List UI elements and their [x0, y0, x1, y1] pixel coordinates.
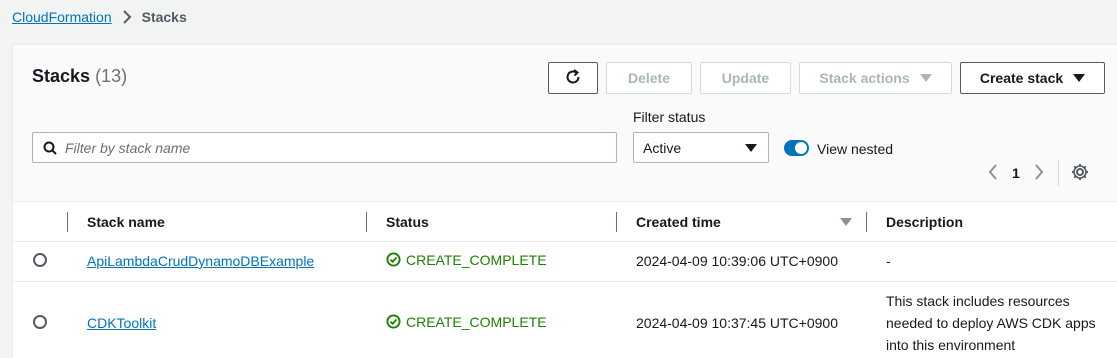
view-nested-label: View nested — [817, 141, 894, 157]
column-description[interactable]: Description — [867, 203, 1117, 241]
description-cell: - — [886, 253, 891, 269]
caret-down-icon — [1073, 74, 1086, 82]
stack-name-cell: ApiLambdaCrudDynamoDBExample — [68, 241, 367, 281]
column-label: Stack name — [87, 213, 165, 230]
column-created-time[interactable]: Created time — [617, 203, 867, 241]
filter-status-label: Filter status — [633, 109, 706, 125]
breadcrumb-current: Stacks — [141, 9, 187, 25]
panel-header: Stacks (13) Delete Update Stack actions … — [13, 45, 1117, 202]
view-nested-toggle[interactable] — [784, 140, 809, 156]
status-text: CREATE_COMPLETE — [406, 313, 547, 330]
filter-status-select[interactable]: Active — [633, 132, 769, 163]
page-title: Stacks (13) — [32, 66, 127, 87]
row-select-cell — [13, 281, 68, 358]
chevron-right-icon[interactable] — [1034, 163, 1044, 183]
description-line: This stack includes resources — [886, 293, 1070, 309]
stack-name-link[interactable]: CDKToolkit — [87, 315, 156, 331]
column-label: Description — [886, 213, 964, 230]
stack-actions-label: Stack actions — [819, 70, 910, 86]
check-circle-icon — [386, 314, 401, 329]
stacks-panel: Stacks (13) Delete Update Stack actions … — [12, 44, 1117, 358]
column-label: Status — [386, 213, 429, 230]
status-text: CREATE_COMPLETE — [406, 251, 547, 268]
table-row: ApiLambdaCrudDynamoDBExample CREATE_COMP… — [13, 241, 1117, 281]
pagination: 1 — [988, 160, 1089, 186]
row-select-cell — [13, 241, 68, 281]
column-stack-name[interactable]: Stack name — [68, 203, 367, 241]
stacks-table: Stack name Status Created time Descripti… — [13, 203, 1117, 358]
page-number[interactable]: 1 — [1012, 165, 1020, 181]
chevron-left-icon[interactable] — [988, 163, 998, 183]
create-stack-label: Create stack — [979, 70, 1064, 86]
description-line: into this environment — [886, 337, 1016, 353]
stack-name-link[interactable]: ApiLambdaCrudDynamoDBExample — [87, 253, 314, 269]
create-stack-button[interactable]: Create stack — [960, 62, 1105, 94]
chevron-right-icon — [122, 10, 132, 24]
update-button[interactable]: Update — [700, 62, 791, 94]
created-time-cell: 2024-04-09 10:37:45 UTC+0900 — [636, 315, 838, 331]
sort-descending-icon — [840, 218, 852, 226]
caret-down-icon — [745, 144, 757, 152]
search-field[interactable] — [32, 132, 617, 163]
select-column-header — [13, 203, 68, 241]
status-cell: CREATE_COMPLETE — [367, 281, 617, 358]
status-cell: CREATE_COMPLETE — [367, 241, 617, 281]
caret-down-icon — [919, 74, 932, 82]
filter-status-value: Active — [643, 139, 682, 156]
stack-count: (13) — [95, 66, 128, 86]
table-row: CDKToolkit CREATE_COMPLETE 2024-04-09 10… — [13, 281, 1117, 358]
table-header-row: Stack name Status Created time Descripti… — [13, 203, 1117, 241]
row-radio[interactable] — [33, 314, 47, 329]
refresh-icon — [564, 68, 582, 89]
delete-button[interactable]: Delete — [606, 62, 692, 94]
description-line: needed to deploy AWS CDK apps — [886, 315, 1096, 331]
row-radio[interactable] — [33, 252, 47, 267]
created-time-cell: 2024-04-09 10:39:06 UTC+0900 — [636, 253, 838, 269]
status-badge: CREATE_COMPLETE — [386, 314, 547, 330]
title-text: Stacks — [32, 66, 91, 86]
refresh-button[interactable] — [548, 62, 598, 94]
gear-icon[interactable] — [1071, 163, 1089, 184]
stack-actions-button[interactable]: Stack actions — [799, 62, 952, 94]
pager-divider — [1057, 160, 1059, 186]
stack-name-cell: CDKToolkit — [68, 281, 367, 358]
search-input[interactable] — [65, 139, 585, 156]
breadcrumb-cloudformation-link[interactable]: CloudFormation — [12, 9, 112, 25]
column-status[interactable]: Status — [367, 203, 617, 241]
breadcrumb: CloudFormation Stacks — [12, 9, 187, 25]
search-icon — [43, 141, 57, 155]
description-cell: This stack includes resources needed to … — [867, 281, 1117, 358]
check-circle-icon — [386, 252, 401, 267]
status-badge: CREATE_COMPLETE — [386, 252, 547, 268]
column-label: Created time — [636, 213, 721, 230]
